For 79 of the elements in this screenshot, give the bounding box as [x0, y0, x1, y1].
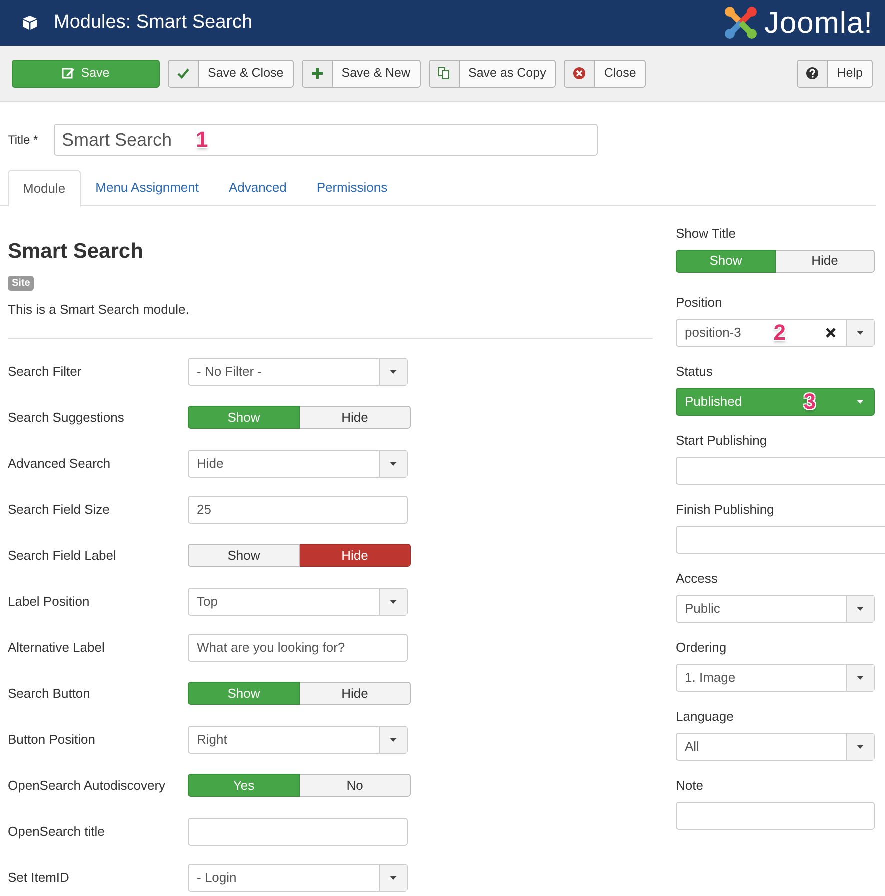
- select-field[interactable]: - Login: [188, 864, 408, 892]
- caret-icon: [856, 398, 864, 404]
- caret-icon: [856, 744, 865, 750]
- field-label: Show Title: [676, 225, 737, 243]
- field-label: Ordering: [676, 639, 728, 657]
- select-field[interactable]: 1. Image: [676, 664, 875, 692]
- field-label: OpenSearch title: [8, 822, 106, 841]
- title-field[interactable]: Smart Search 1: [54, 124, 598, 156]
- select-field[interactable]: All: [676, 732, 875, 760]
- page-title: Modules: Smart Search: [54, 10, 253, 35]
- field-label: Label Position: [8, 592, 91, 611]
- caret-icon: [389, 736, 398, 742]
- field-label: Status: [676, 363, 714, 381]
- field-label: Note: [676, 777, 704, 795]
- input-field[interactable]: [676, 802, 875, 830]
- help-button[interactable]: Help: [797, 60, 873, 88]
- toggle-option[interactable]: Hide: [300, 682, 411, 705]
- toolbar-button[interactable]: Save & Close: [168, 60, 294, 88]
- module-heading: Smart Search: [8, 239, 144, 265]
- toggle-option[interactable]: Hide: [776, 250, 875, 272]
- field-label: Start Publishing: [676, 432, 768, 450]
- select-field[interactable]: Hide: [188, 450, 408, 478]
- select-field[interactable]: - No Filter -: [188, 358, 408, 386]
- toggle-option[interactable]: No: [300, 774, 411, 797]
- cancel-icon: [573, 67, 586, 80]
- field-label: Search Field Size: [8, 500, 111, 519]
- caret-icon: [856, 330, 865, 336]
- toggle-option[interactable]: Show: [188, 544, 300, 567]
- callout-number: 2: [774, 322, 786, 344]
- tab[interactable]: Module: [8, 170, 81, 207]
- toggle-option[interactable]: Hide: [300, 406, 411, 429]
- clear-icon: [826, 328, 836, 338]
- field-label: Advanced Search: [8, 454, 112, 473]
- field-label: Search Suggestions: [8, 408, 126, 427]
- caret-icon: [389, 598, 398, 604]
- toolbar-button[interactable]: Save & New: [302, 60, 421, 88]
- field-label: Set ItemID: [8, 868, 70, 887]
- caret-icon: [389, 368, 398, 374]
- callout-number: 3: [804, 390, 816, 412]
- help-icon: [806, 67, 820, 80]
- field-label: Access: [676, 570, 719, 588]
- field-label: Title *: [8, 132, 40, 149]
- tab[interactable]: Menu Assignment: [80, 170, 214, 206]
- field-label: Position: [676, 294, 724, 312]
- input-field[interactable]: [188, 818, 408, 846]
- tab[interactable]: Permissions: [302, 170, 403, 206]
- field-label: Language: [676, 708, 735, 726]
- tab[interactable]: Advanced: [214, 170, 302, 206]
- edit-icon: [62, 67, 76, 80]
- input-field[interactable]: 25: [188, 496, 408, 524]
- select-field[interactable]: position-3 2: [676, 318, 875, 346]
- caret-icon: [389, 460, 398, 466]
- field-label: Search Button: [8, 684, 92, 703]
- toolbar-button[interactable]: Close: [564, 60, 646, 88]
- toggle-option[interactable]: Hide: [300, 544, 411, 567]
- field-label: Search Filter: [8, 362, 83, 381]
- date-field[interactable]: [676, 526, 885, 554]
- caret-icon: [856, 674, 865, 680]
- select-field[interactable]: Right: [188, 726, 408, 754]
- field-label: Alternative Label: [8, 638, 106, 657]
- caret-icon: [856, 606, 865, 612]
- toolbar-button[interactable]: Save as Copy: [428, 60, 556, 88]
- callout-number: 1: [196, 129, 208, 151]
- cube-icon: [22, 15, 38, 31]
- field-label: OpenSearch Autodiscovery: [8, 776, 167, 795]
- input-field[interactable]: What are you looking for?: [188, 634, 408, 662]
- copy-icon: [438, 67, 451, 80]
- check-icon: [177, 67, 190, 80]
- field-label: Button Position: [8, 730, 96, 749]
- field-label: Search Field Label: [8, 546, 118, 565]
- field-label: Finish Publishing: [676, 501, 776, 519]
- caret-icon: [389, 874, 398, 880]
- date-field[interactable]: [676, 456, 885, 484]
- plus-icon: [310, 67, 324, 80]
- module-description: This is a Smart Search module.: [8, 301, 190, 319]
- select-field[interactable]: Top: [188, 588, 408, 616]
- site-label: Site: [8, 276, 34, 290]
- select-field[interactable]: Public: [676, 594, 875, 622]
- logo-text: Joomla!: [764, 6, 873, 42]
